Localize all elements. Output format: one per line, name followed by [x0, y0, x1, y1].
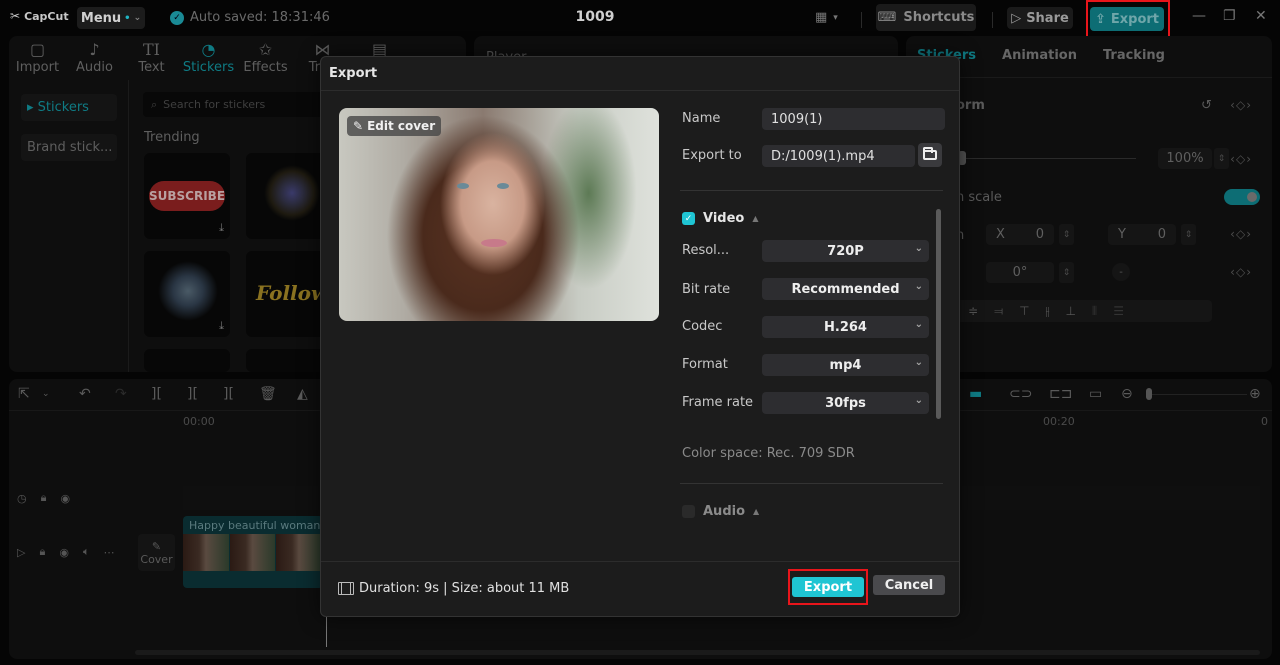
divider — [680, 483, 943, 484]
share-label: Share — [1026, 10, 1069, 26]
format-select[interactable]: mp4 ⌄ — [762, 354, 929, 376]
cancel-button[interactable]: Cancel — [873, 575, 945, 595]
name-input[interactable]: 1009(1) — [762, 108, 945, 130]
codec-value: H.264 — [824, 319, 867, 335]
video-section-header[interactable]: ✓ Video ▲ — [682, 211, 759, 226]
browse-folder-button[interactable] — [918, 143, 942, 167]
project-title: 1009 — [575, 9, 615, 25]
layout-button[interactable]: ▦ ▾ — [815, 10, 838, 25]
format-value: mp4 — [829, 357, 862, 373]
capcut-logo-icon: ✂ — [10, 9, 21, 23]
pencil-icon: ✎ — [353, 119, 364, 133]
chevron-down-icon: ⌄ — [914, 319, 923, 330]
upload-icon: ⇪ — [1094, 11, 1106, 27]
capcut-app: ✂ CapCut Menu • ⌄ ✓ Auto saved: 18:31:46… — [0, 0, 1280, 665]
audio-section-label: Audio — [703, 504, 746, 519]
export-highlight-box: ⇪ Export — [1086, 0, 1170, 38]
minimize-icon[interactable]: — — [1192, 8, 1206, 24]
cover-preview-image: ✎ Edit cover — [339, 108, 659, 321]
edit-cover-button[interactable]: ✎ Edit cover — [347, 116, 442, 136]
video-section-label: Video — [703, 211, 745, 226]
chevron-down-icon: ⌄ — [914, 357, 923, 368]
chevron-down-icon: ⌄ — [133, 13, 142, 23]
export-highlight-box: Export — [788, 569, 868, 605]
keyboard-icon: ⌨ — [877, 10, 897, 25]
menu-label: Menu — [80, 10, 122, 26]
duration-size-text: Duration: 9s | Size: about 11 MB — [359, 581, 570, 596]
codec-select[interactable]: H.264 ⌄ — [762, 316, 929, 338]
menu-button[interactable]: Menu • ⌄ — [77, 7, 145, 29]
chevron-down-icon: ▾ — [833, 12, 838, 23]
name-label: Name — [682, 111, 721, 126]
color-space-info: Color space: Rec. 709 SDR — [682, 446, 855, 461]
settings-scrollbar[interactable] — [936, 209, 941, 419]
cover-face-detail — [457, 183, 517, 191]
chevron-down-icon: ⌄ — [914, 395, 923, 406]
export-top-label: Export — [1110, 11, 1160, 27]
format-label: Format — [682, 357, 728, 372]
framerate-select[interactable]: 30fps ⌄ — [762, 392, 929, 414]
edit-cover-label: Edit cover — [367, 119, 436, 133]
chevron-down-icon: ⌄ — [914, 281, 923, 292]
check-circle-icon: ✓ — [170, 10, 184, 25]
bitrate-value: Recommended — [791, 281, 900, 297]
codec-label: Codec — [682, 319, 723, 334]
framerate-label: Frame rate — [682, 395, 754, 410]
app-logo: ✂ CapCut — [10, 9, 69, 23]
layout-icon: ▦ — [815, 10, 828, 25]
cover-lips — [481, 239, 507, 247]
folder-icon — [923, 147, 937, 160]
export-path-input[interactable]: D:/1009(1).mp4 — [762, 145, 915, 167]
divider — [861, 12, 862, 28]
export-dialog: Export ✎ Edit cover Name 1009(1) Export … — [320, 56, 960, 617]
title-bar: ✂ CapCut Menu • ⌄ ✓ Auto saved: 18:31:46… — [0, 0, 1280, 38]
autosave-text: Auto saved: 18:31:46 — [190, 10, 330, 25]
restore-icon[interactable]: ❐ — [1223, 8, 1236, 24]
share-button[interactable]: ▷ Share — [1007, 7, 1073, 29]
divider — [992, 12, 993, 28]
export-summary: Duration: 9s | Size: about 11 MB — [338, 581, 569, 596]
shortcuts-label: Shortcuts — [903, 10, 975, 25]
dialog-header: Export — [321, 57, 959, 91]
shortcuts-button[interactable]: ⌨ Shortcuts — [876, 4, 976, 31]
share-video-icon: ▷ — [1011, 10, 1022, 26]
export-top-button[interactable]: ⇪ Export — [1090, 7, 1164, 31]
cover-eye — [457, 183, 469, 189]
film-icon — [338, 582, 354, 595]
collapse-caret-icon[interactable]: ▲ — [753, 507, 759, 516]
dialog-footer: Duration: 9s | Size: about 11 MB Export … — [321, 561, 959, 616]
bitrate-label: Bit rate — [682, 282, 731, 297]
export-confirm-button[interactable]: Export — [792, 577, 864, 597]
export-to-label: Export to — [682, 148, 742, 163]
chevron-down-icon: ⌄ — [914, 243, 923, 254]
bitrate-select[interactable]: Recommended ⌄ — [762, 278, 929, 300]
resolution-value: 720P — [827, 243, 864, 259]
cover-eye — [497, 183, 509, 189]
dialog-title: Export — [329, 66, 378, 81]
autosave-status: ✓ Auto saved: 18:31:46 — [170, 10, 330, 25]
collapse-caret-icon[interactable]: ▲ — [752, 214, 758, 223]
audio-checkbox[interactable] — [682, 505, 695, 518]
audio-section-header[interactable]: Audio ▲ — [682, 504, 759, 519]
resolution-select[interactable]: 720P ⌄ — [762, 240, 929, 262]
video-checkbox[interactable]: ✓ — [682, 212, 695, 225]
app-name: CapCut — [24, 9, 69, 23]
resolution-label: Resol... — [682, 243, 730, 258]
notification-dot-icon: • — [124, 12, 131, 24]
close-icon[interactable]: ✕ — [1255, 8, 1267, 24]
divider — [680, 190, 943, 191]
framerate-value: 30fps — [825, 395, 866, 411]
